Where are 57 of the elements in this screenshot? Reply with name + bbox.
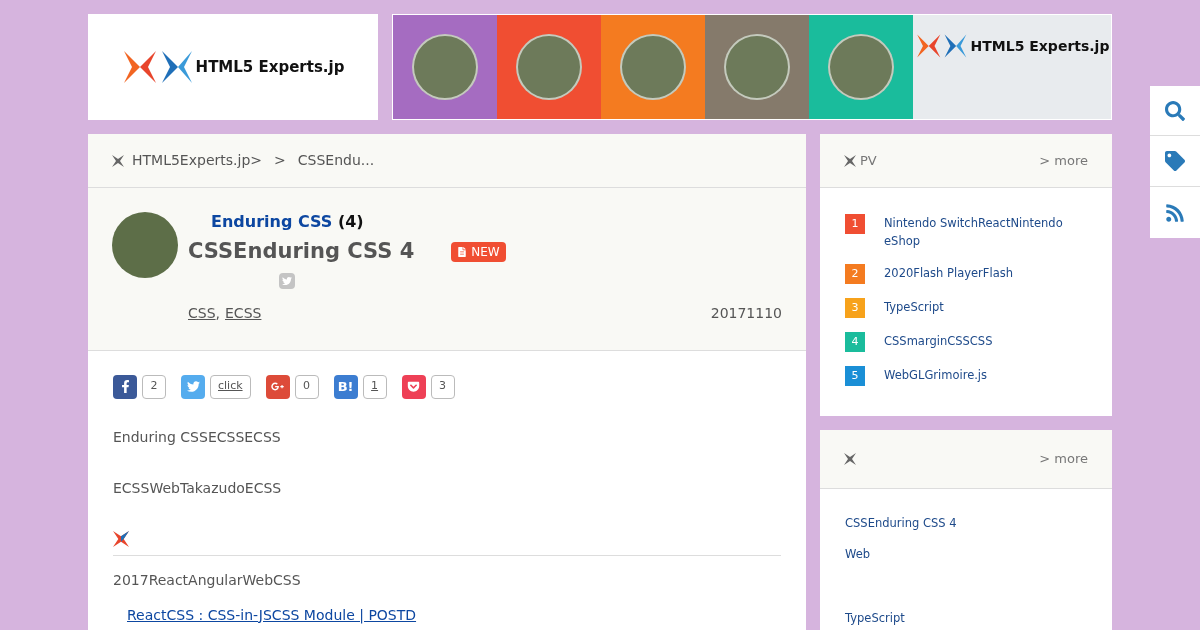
rank-number: 1 [845, 214, 865, 234]
share-count[interactable]: 1 [362, 374, 387, 399]
series-count: (4) [337, 212, 364, 231]
share-count[interactable]: 2 [142, 374, 166, 399]
ranking-link[interactable]: 2020Flash PlayerFlash [884, 264, 1064, 284]
gplus-icon [271, 380, 285, 393]
logo-mark-icon [121, 49, 192, 85]
paragraph: Enduring CSSECSSECSS [113, 427, 282, 447]
share-count[interactable]: click [210, 374, 251, 399]
ranking-link[interactable]: WebGLGrimoire.js [884, 366, 1064, 386]
publish-date: 20171110 [710, 303, 782, 323]
rank-number: 5 [845, 366, 865, 386]
logo-mark-icon [112, 154, 124, 167]
share-count[interactable]: 0 [294, 374, 319, 399]
article-title: CSSEnduring CSS 4 [188, 238, 415, 265]
share-count[interactable]: 3 [430, 374, 455, 399]
tag-link[interactable]: CSS [188, 304, 216, 321]
logo-mark-icon [844, 453, 856, 465]
more-link[interactable]: > more [1039, 150, 1088, 171]
share-button[interactable] [265, 374, 290, 399]
share-button[interactable] [401, 374, 426, 399]
new-badge: NEW [451, 241, 506, 262]
logo-panel[interactable]: HTML5 Experts.jp [88, 14, 378, 120]
tag-icon [1165, 151, 1185, 171]
ranking-link[interactable]: CSSmarginCSSCSS [884, 332, 1064, 352]
rss-icon [1165, 202, 1185, 223]
ranking-link[interactable]: Nintendo SwitchReactNintendo eShop [884, 214, 1064, 250]
rank-number: 2 [845, 264, 865, 284]
banner[interactable]: HTML5 Experts.jp [392, 14, 1112, 120]
logo-text: HTML5 Experts.jp [195, 56, 345, 78]
article-link[interactable]: ReactCSS : CSS-in-JSCSS Module | POSTD [127, 604, 781, 626]
breadcrumb-link[interactable]: HTML5Experts.jp> [132, 150, 262, 171]
tag-separator: , [215, 304, 220, 321]
share-button[interactable]: B! [333, 374, 358, 399]
rank-number: 3 [845, 298, 865, 318]
logo-mark-icon [844, 154, 856, 167]
pocket-icon [407, 380, 421, 393]
more-link[interactable]: > more [1039, 449, 1088, 469]
bird-icon [282, 275, 292, 286]
breadcrumb-separator: > [274, 151, 286, 170]
panel-title: PV [860, 151, 877, 170]
bird-icon [186, 380, 200, 393]
logo-mark-icon [113, 530, 129, 547]
tag-link[interactable]: ECSS [225, 304, 262, 321]
series-link[interactable]: Enduring CSS [211, 212, 333, 231]
share-button[interactable] [113, 374, 137, 399]
paragraph: 2017ReactAngularWebCSS [113, 570, 302, 590]
article-link[interactable]: TypeScript [845, 609, 1087, 627]
article-link[interactable]: CSSEnduring CSS 4 [845, 515, 1087, 533]
article-link[interactable]: Web [845, 546, 1087, 564]
document-icon [457, 246, 468, 257]
ranking-link[interactable]: TypeScript [884, 298, 1064, 318]
rank-number: 4 [845, 332, 865, 352]
search-icon [1165, 100, 1185, 121]
paragraph: ECSSWebTakazudoECSS [113, 478, 283, 498]
logo-text: HTML5 Experts.jp [970, 36, 1110, 56]
breadcrumb-current: CSSEndu... [297, 151, 375, 170]
